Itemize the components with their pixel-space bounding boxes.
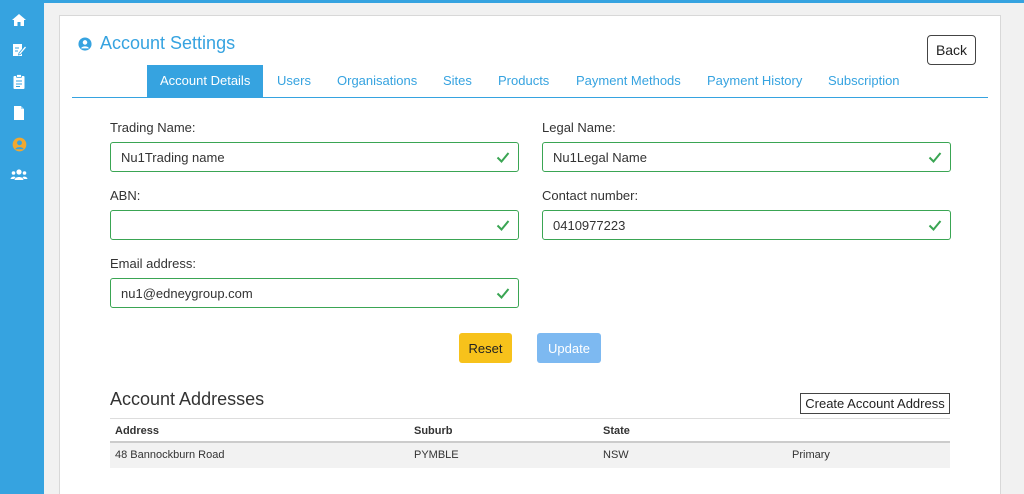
abn-field (110, 210, 519, 240)
legal-name-label: Legal Name: (542, 120, 616, 135)
home-icon[interactable] (10, 11, 28, 29)
sidebar (0, 0, 44, 494)
suburb-cell: PYMBLE (414, 449, 459, 461)
user-circle-icon[interactable] (10, 135, 28, 153)
top-accent-bar (44, 0, 1024, 3)
tab-payment-history[interactable]: Payment History (707, 65, 802, 97)
tab-products[interactable]: Products (498, 65, 549, 97)
trading-name-input[interactable] (111, 143, 518, 171)
column-header-address: Address (115, 425, 160, 437)
abn-label: ABN: (110, 188, 141, 203)
valid-check-icon (928, 152, 942, 163)
state-cell: NSW (603, 449, 629, 461)
file-icon[interactable] (10, 104, 28, 122)
primary-cell: Primary (792, 449, 830, 461)
back-button[interactable]: Back (927, 35, 976, 65)
tab-organisations[interactable]: Organisations (337, 65, 417, 97)
update-button[interactable]: Update (537, 333, 601, 363)
column-header-suburb: Suburb (414, 425, 453, 437)
addresses-table: Address Suburb State 48 Bannockburn Road… (110, 418, 950, 468)
table-header: Address Suburb State (110, 418, 950, 443)
account-addresses-title: Account Addresses (110, 389, 265, 409)
valid-check-icon (496, 220, 510, 231)
user-circle-icon (78, 36, 92, 51)
tab-payment-methods[interactable]: Payment Methods (576, 65, 681, 97)
contact-number-label: Contact number: (542, 188, 639, 203)
trading-name-field (110, 142, 519, 172)
tab-subscription[interactable]: Subscription (828, 65, 900, 97)
valid-check-icon (928, 220, 942, 231)
email-input[interactable] (111, 279, 518, 307)
create-account-address-button[interactable]: Create Account Address (800, 393, 950, 414)
page-title: Account Settings (78, 33, 235, 54)
users-icon[interactable] (10, 166, 28, 184)
address-cell: 48 Bannockburn Road (115, 449, 225, 461)
valid-check-icon (496, 152, 510, 163)
legal-name-field (542, 142, 951, 172)
column-header-state: State (603, 425, 630, 437)
trading-name-label: Trading Name: (110, 120, 196, 135)
tab-account-details[interactable]: Account Details (147, 65, 264, 97)
valid-check-icon (496, 288, 510, 299)
email-field (110, 278, 519, 308)
tab-sites[interactable]: Sites (443, 65, 472, 97)
abn-input[interactable] (111, 211, 518, 239)
legal-name-input[interactable] (543, 143, 950, 171)
table-row[interactable]: 48 Bannockburn Road PYMBLE NSW Primary (110, 443, 950, 468)
tab-bar: Account Details Users Organisations Site… (72, 65, 988, 98)
clipboard-icon[interactable] (10, 73, 28, 91)
email-label: Email address: (110, 256, 196, 271)
reset-button[interactable]: Reset (459, 333, 512, 363)
edit-document-icon[interactable] (10, 41, 28, 59)
contact-number-field (542, 210, 951, 240)
contact-number-input[interactable] (543, 211, 950, 239)
tab-users[interactable]: Users (277, 65, 311, 97)
page-title-text: Account Settings (100, 33, 236, 53)
